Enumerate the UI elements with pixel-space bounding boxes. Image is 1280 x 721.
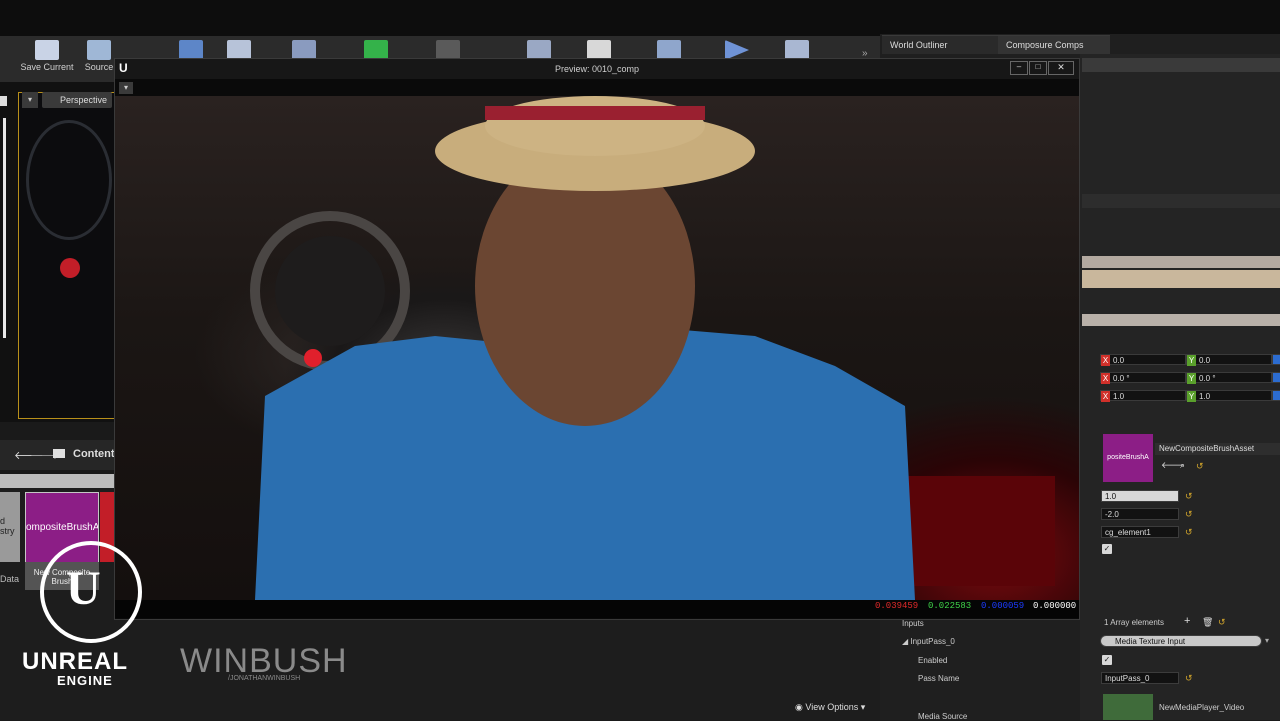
- pixel-value-a: 0.000000: [1033, 601, 1077, 611]
- close-icon[interactable]: ✕: [1048, 61, 1074, 75]
- blueprints-icon: [527, 40, 551, 60]
- tab-world-outliner[interactable]: World Outliner: [882, 35, 998, 54]
- save-current-label: Save Current: [20, 62, 74, 72]
- rotation-z-field[interactable]: [1272, 372, 1280, 383]
- engine-logo-text-1: UNREAL: [22, 648, 128, 675]
- engine-logo-text-2: ENGINE: [57, 673, 113, 688]
- media-player-thumbnail[interactable]: [1103, 694, 1153, 720]
- location-x-field[interactable]: X 0.0: [1100, 354, 1186, 366]
- unreal-engine-logo-icon: U: [40, 541, 142, 643]
- viewport-red-light: [60, 258, 80, 278]
- details-section-band: [1082, 256, 1280, 268]
- inputs-label: Inputs: [902, 619, 924, 628]
- reset-icon[interactable]: ↺: [1185, 492, 1193, 501]
- pixel-value-g: 0.022583: [928, 601, 972, 611]
- perspective-button[interactable]: Perspective: [42, 92, 112, 108]
- reset-icon[interactable]: ↺: [1185, 674, 1193, 683]
- preview-scene: [115, 96, 1079, 600]
- content-path[interactable]: Content: [73, 448, 115, 460]
- reset-icon[interactable]: ↺: [1185, 528, 1193, 537]
- scene-graphic: [250, 96, 1055, 600]
- scale-z-field[interactable]: [1272, 390, 1280, 401]
- asset-type-label: Data: [0, 574, 20, 584]
- reset-icon[interactable]: ↺: [1218, 618, 1226, 627]
- preview-title: Preview: 0010_comp: [554, 64, 640, 74]
- rotation-y-field[interactable]: Y 0.0 °: [1186, 372, 1272, 384]
- location-y-field[interactable]: Y 0.0: [1186, 354, 1272, 366]
- save-icon: [35, 40, 59, 60]
- cinematics-icon: [436, 40, 460, 60]
- brush-asset-dropdown[interactable]: NewCompositeBrushAsset: [1155, 443, 1280, 455]
- float-field-1[interactable]: 1.0: [1101, 490, 1179, 502]
- preview-options-icon[interactable]: ▾: [119, 82, 133, 94]
- sequencer-icon: [657, 40, 681, 60]
- pass-name-label: Pass Name: [918, 674, 960, 683]
- details-section-band: [1082, 270, 1280, 288]
- maximize-icon[interactable]: □: [1029, 61, 1047, 75]
- browse-icon[interactable]: ⌕: [1180, 460, 1185, 471]
- float-field-2[interactable]: -2.0: [1101, 508, 1179, 520]
- play-icon: [725, 40, 749, 60]
- input-pass-label: ◢ InputPass_0: [902, 637, 955, 646]
- save-current-button[interactable]: Save Current: [20, 38, 74, 80]
- tunnel-opening: [275, 236, 385, 346]
- settings-icon: [292, 40, 316, 60]
- modes-icon: [364, 40, 388, 60]
- marketplace-icon: [227, 40, 251, 60]
- brand-handle: /JONATHANWINBUSH: [228, 675, 301, 682]
- person-hat-band: [485, 106, 705, 120]
- person-hat-crown: [485, 96, 705, 156]
- top-menu-strip: [0, 0, 1280, 36]
- trash-icon[interactable]: 🗑: [1202, 617, 1213, 628]
- array-elements-label: 1 Array elements: [1104, 618, 1165, 627]
- tab-label: Composure Comps: [1006, 40, 1084, 50]
- asset-partial-label: d stry: [0, 516, 15, 536]
- add-element-icon[interactable]: +: [1184, 615, 1190, 627]
- chevron-down-icon[interactable]: ▾: [1265, 636, 1269, 645]
- media-texture-dropdown[interactable]: Media Texture Input: [1100, 635, 1262, 647]
- content-icon: [179, 40, 203, 60]
- source-control-icon: [87, 40, 111, 60]
- viewport-scrollbar[interactable]: [3, 118, 6, 338]
- scale-x-field[interactable]: X 1.0: [1100, 390, 1186, 402]
- details-section-band: [1082, 194, 1280, 208]
- folder-icon: [53, 449, 65, 458]
- launch-icon: [785, 40, 809, 60]
- content-filter-bar: [0, 474, 116, 488]
- location-z-field[interactable]: [1272, 354, 1280, 365]
- scene-red-light: [304, 349, 322, 367]
- minimize-icon[interactable]: –: [1010, 61, 1028, 75]
- pixel-value-b: 0.000059: [981, 601, 1025, 611]
- view-options-button[interactable]: ◉ View Options ▾: [795, 702, 865, 713]
- pass-name-field[interactable]: InputPass_0: [1101, 672, 1179, 684]
- element-name-field[interactable]: cg_element1: [1101, 526, 1179, 538]
- reset-icon[interactable]: ↺: [1185, 510, 1193, 519]
- enabled-checkbox[interactable]: ✓: [1102, 655, 1112, 665]
- tab-label: World Outliner: [890, 40, 948, 50]
- viewport-side-icon: [0, 96, 7, 106]
- enabled-label: Enabled: [918, 656, 948, 665]
- cinematics-clapper-icon: [587, 40, 611, 60]
- checkbox[interactable]: ✓: [1102, 544, 1112, 554]
- details-header-band: [1082, 58, 1280, 72]
- viewport-menu-button[interactable]: ▾: [22, 92, 38, 108]
- tab-composure-comps[interactable]: Composure Comps: [998, 35, 1110, 54]
- details-section-band: [1082, 314, 1280, 326]
- media-player-label: NewMediaPlayer_Video: [1159, 703, 1245, 712]
- asset-thumb-text: ompositeBrushAs: [26, 522, 99, 533]
- reset-icon[interactable]: ↺: [1196, 462, 1204, 471]
- rotation-x-field[interactable]: X 0.0 °: [1100, 372, 1186, 384]
- scale-y-field[interactable]: Y 1.0: [1186, 390, 1272, 402]
- pixel-value-r: 0.039459: [875, 601, 919, 611]
- viewport-tunnel-shape: [26, 120, 112, 240]
- brush-asset-thumbnail[interactable]: positeBrushA: [1103, 434, 1153, 482]
